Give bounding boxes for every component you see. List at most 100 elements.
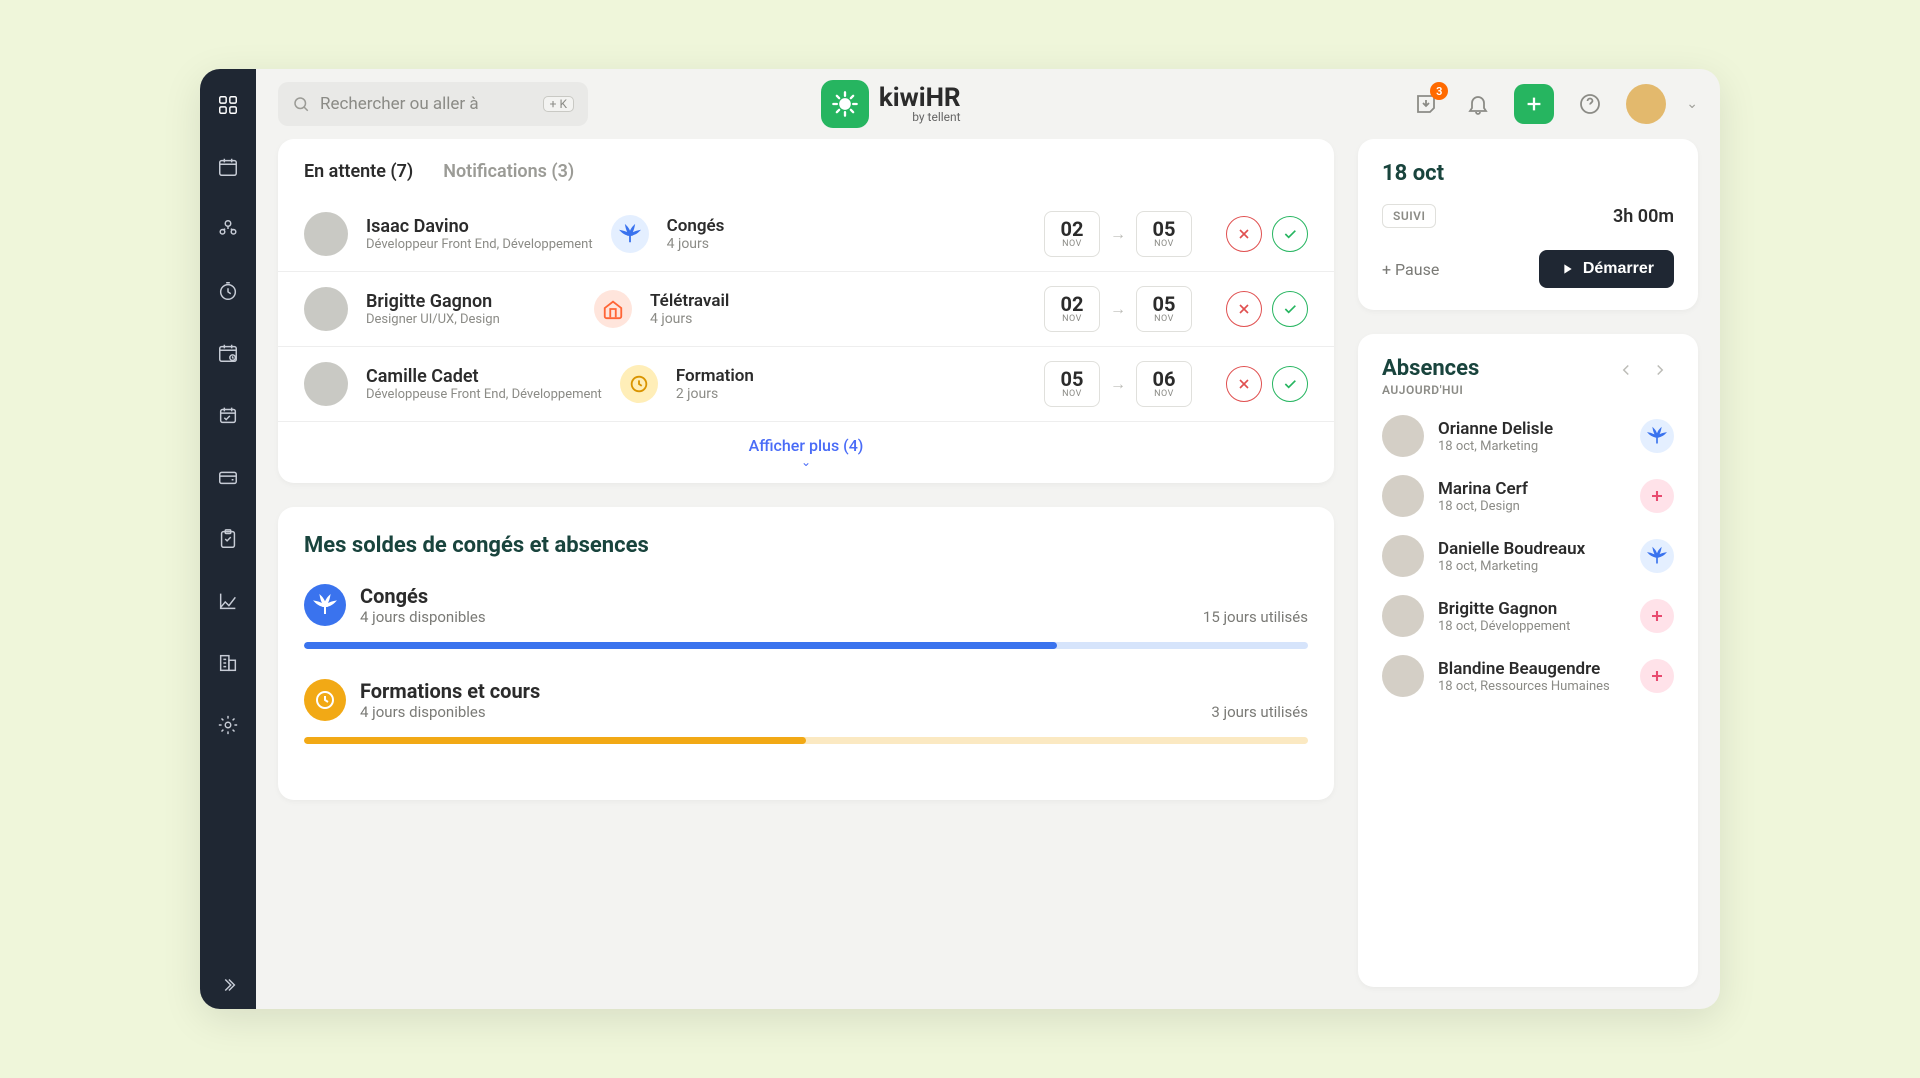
avatar [1382,415,1424,457]
tracking-pill: SUIVI [1382,204,1436,228]
balance-bar [304,737,1308,744]
request-type: Télétravail [650,291,790,311]
request-duration: 4 jours [667,236,807,252]
person-role: Développeur Front End, Développement [366,237,593,252]
date-to: 05NOV [1136,286,1192,332]
tab-notifications[interactable]: Notifications (3) [443,161,574,182]
balance-icon [304,584,346,626]
user-menu-chevron[interactable]: ⌄ [1686,96,1698,112]
type-icon [594,290,632,328]
user-avatar[interactable] [1626,84,1666,124]
nav-schedule[interactable] [214,339,242,367]
reject-button[interactable] [1226,291,1262,327]
absence-detail: 18 oct, Ressources Humaines [1438,679,1610,694]
sidebar [200,69,256,1009]
absence-type-icon [1640,539,1674,573]
absences-subtitle: AUJOURD'HUI [1382,383,1479,397]
arrow-icon: → [1110,224,1126,244]
avatar [1382,535,1424,577]
absence-type-icon [1640,599,1674,633]
absence-row: Orianne Delisle 18 oct, Marketing [1382,415,1674,457]
help-button[interactable] [1574,88,1606,120]
request-row: Camille Cadet Développeuse Front End, Dé… [278,346,1334,421]
avatar [1382,475,1424,517]
avatar [304,362,348,406]
request-type: Formation [676,366,816,386]
nav-sync[interactable] [214,401,242,429]
person-name: Camille Cadet [366,366,602,387]
request-duration: 2 jours [676,386,816,402]
nav-people[interactable] [214,215,242,243]
absence-type-icon [1640,479,1674,513]
absence-type-icon [1640,419,1674,453]
pending-card: En attente (7) Notifications (3) Isaac D… [278,139,1334,483]
date-to: 06NOV [1136,361,1192,407]
start-button[interactable]: Démarrer [1539,250,1674,288]
brand-logo: kiwiHR by tellent [821,80,961,128]
inbox-badge: 3 [1430,82,1448,100]
absence-row: Brigitte Gagnon 18 oct, Développement [1382,595,1674,637]
avatar [1382,595,1424,637]
arrow-icon: → [1110,374,1126,394]
avatar [1382,655,1424,697]
approve-button[interactable] [1272,216,1308,252]
date-from: 02NOV [1044,286,1100,332]
absences-prev[interactable] [1612,356,1640,384]
absence-name: Orianne Delisle [1438,419,1553,439]
absence-name: Brigitte Gagnon [1438,599,1570,619]
search-shortcut: + K [543,96,574,112]
request-type: Congés [667,216,807,236]
absence-row: Marina Cerf 18 oct, Design [1382,475,1674,517]
pause-button[interactable]: + Pause [1382,260,1439,279]
balance-label: Congés [360,584,486,608]
person-name: Isaac Davino [366,216,593,237]
reject-button[interactable] [1226,216,1262,252]
person-name: Brigitte Gagnon [366,291,576,312]
nav-reports[interactable] [214,587,242,615]
nav-dashboard[interactable] [214,91,242,119]
absence-name: Blandine Beaugendre [1438,659,1610,679]
nav-time[interactable] [214,277,242,305]
arrow-icon: → [1110,299,1126,319]
absences-next[interactable] [1646,356,1674,384]
nav-calendar[interactable] [214,153,242,181]
brand-byline: by tellent [879,111,961,123]
nav-tasks[interactable] [214,525,242,553]
balance-bar [304,642,1308,649]
absence-type-icon [1640,659,1674,693]
absences-card: Absences AUJOURD'HUI Orianne Delisle 18 … [1358,334,1698,987]
balance-available: 4 jours disponibles [360,703,540,721]
nav-company[interactable] [214,649,242,677]
person-role: Développeuse Front End, Développement [366,387,602,402]
inbox-button[interactable]: 3 [1410,88,1442,120]
bell-button[interactable] [1462,88,1494,120]
request-duration: 4 jours [650,311,790,327]
date-from: 05NOV [1044,361,1100,407]
add-button[interactable] [1514,84,1554,124]
search-input[interactable]: Rechercher ou aller à + K [278,82,588,126]
balance-item: Congés 4 jours disponibles 15 jours util… [304,584,1308,649]
reject-button[interactable] [1226,366,1262,402]
absence-detail: 18 oct, Design [1438,499,1528,514]
balance-label: Formations et cours [360,679,540,703]
absence-name: Danielle Boudreaux [1438,539,1585,559]
nav-settings[interactable] [214,711,242,739]
absence-detail: 18 oct, Marketing [1438,439,1553,454]
approve-button[interactable] [1272,366,1308,402]
approve-button[interactable] [1272,291,1308,327]
show-more-button[interactable]: Afficher plus (4) ⌄ [278,421,1334,483]
show-more-label: Afficher plus (4) [749,436,864,455]
absence-row: Blandine Beaugendre 18 oct, Ressources H… [1382,655,1674,697]
avatar [304,287,348,331]
time-elapsed: 3h 00m [1613,206,1674,227]
brand-name: kiwiHR [879,85,961,111]
tab-pending[interactable]: En attente (7) [304,161,413,182]
absence-detail: 18 oct, Développement [1438,619,1570,634]
nav-wallet[interactable] [214,463,242,491]
start-button-label: Démarrer [1583,260,1654,278]
avatar [304,212,348,256]
balance-used: 3 jours utilisés [1211,703,1308,721]
sidebar-expand[interactable] [214,971,242,999]
date-to: 05NOV [1136,211,1192,257]
balance-icon [304,679,346,721]
